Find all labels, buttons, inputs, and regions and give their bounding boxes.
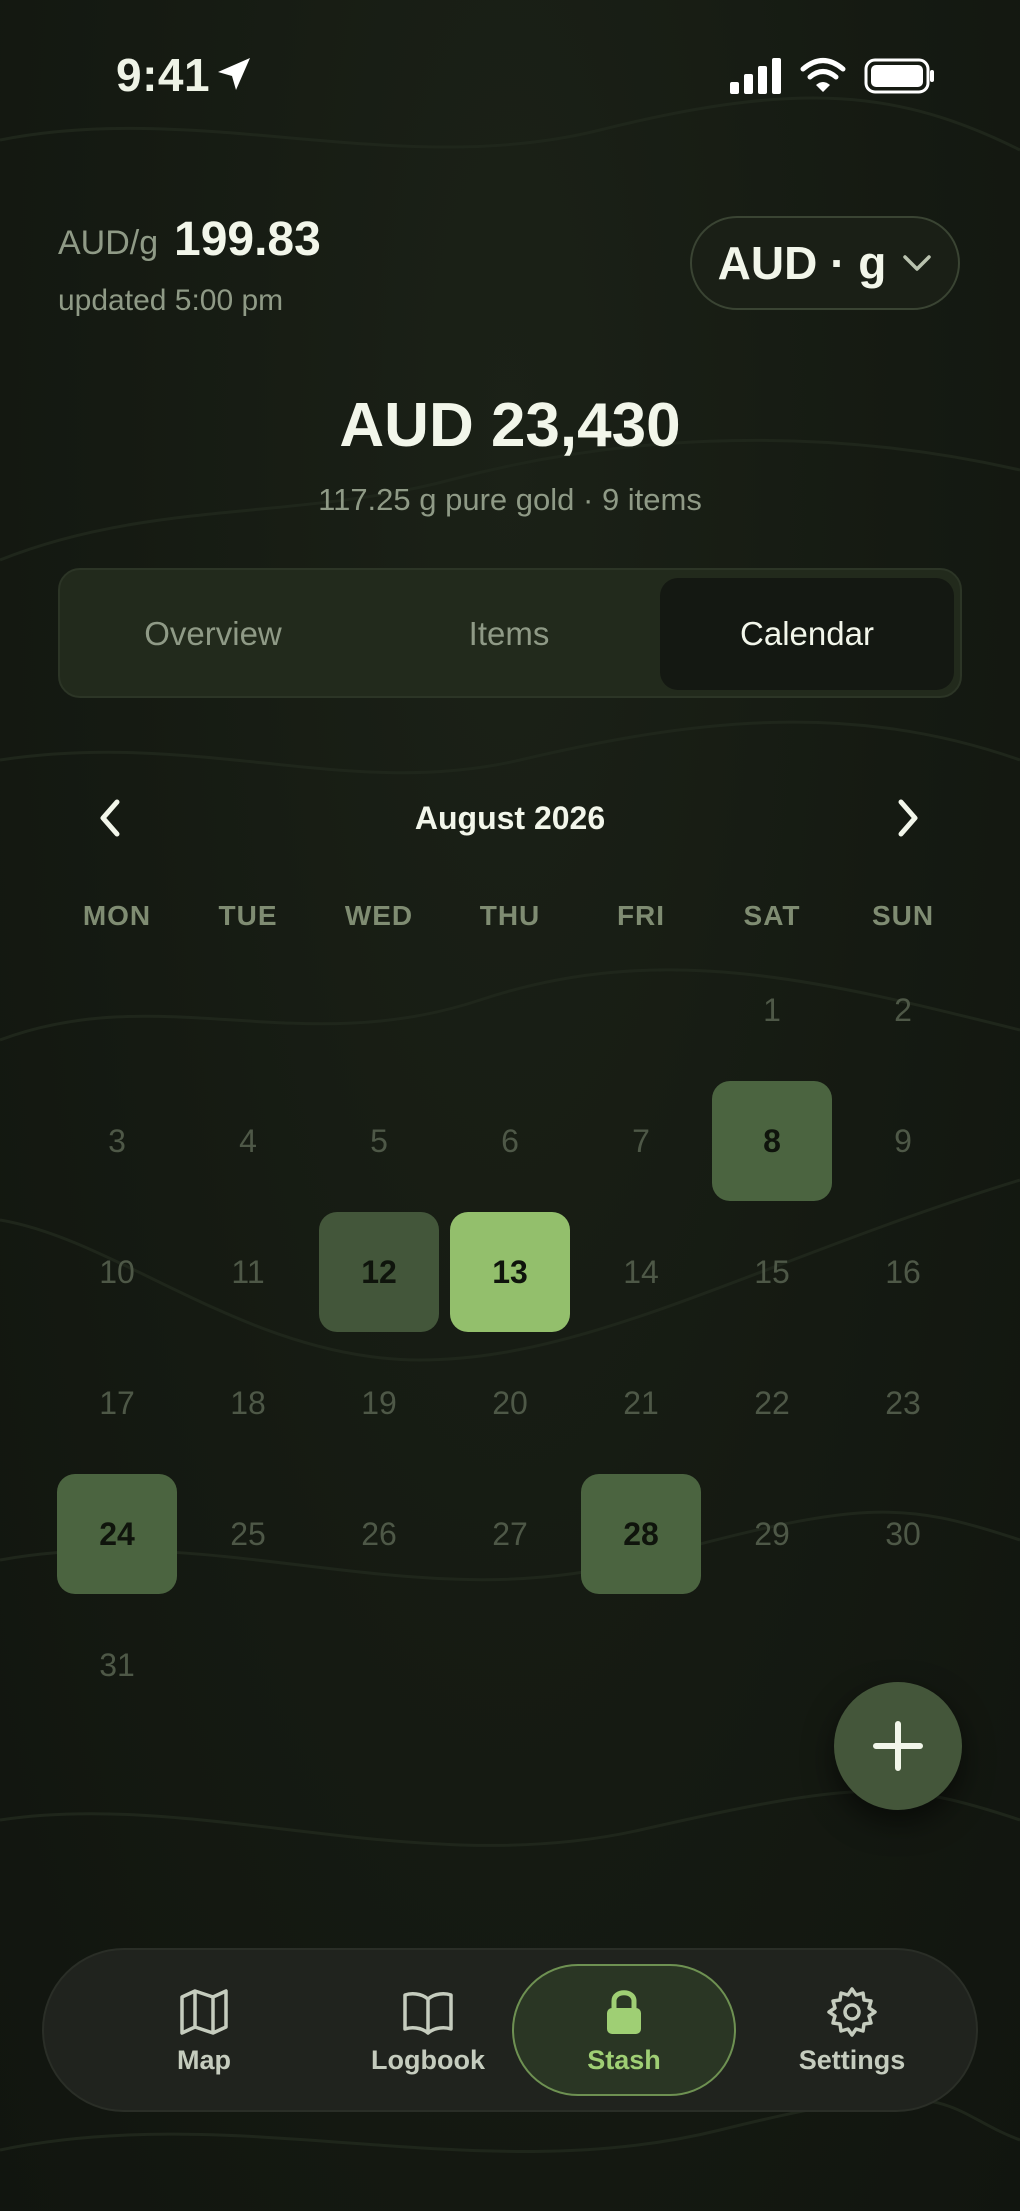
calendar-day[interactable]: 15 xyxy=(712,1212,832,1332)
nav-settings-label: Settings xyxy=(798,2044,906,2075)
chevron-right-icon xyxy=(898,799,918,837)
price-unit-label: AUD/g xyxy=(58,224,159,262)
nav-map-label: Map xyxy=(177,2044,231,2075)
cellular-signal-icon xyxy=(730,58,781,94)
unit-selector[interactable]: AUD · g xyxy=(690,216,960,310)
calendar-day[interactable]: 14 xyxy=(581,1212,701,1332)
calendar-day[interactable]: 31 xyxy=(57,1605,177,1725)
app-screen: 9:41 AUD/g 199.83 updated 5:00 pm AUD · … xyxy=(0,0,1020,2211)
tab-overview[interactable]: Overview xyxy=(68,578,358,690)
map-icon xyxy=(180,1988,228,2035)
calendar-day[interactable]: 5 xyxy=(319,1081,439,1201)
weekday-label: TUE xyxy=(218,900,278,931)
calendar-day[interactable]: 27 xyxy=(450,1474,570,1594)
calendar-day[interactable]: 3 xyxy=(57,1081,177,1201)
chevron-down-icon xyxy=(903,255,932,271)
price-updated-time: updated 5:00 pm xyxy=(58,284,284,317)
next-month-button[interactable] xyxy=(878,788,938,848)
plus-icon xyxy=(873,1721,923,1771)
weekday-label: FRI xyxy=(616,900,666,931)
calendar-day-with-items[interactable]: 24 xyxy=(57,1474,177,1594)
view-segmented-control: Overview Items Calendar xyxy=(58,568,962,698)
calendar-day[interactable]: 25 xyxy=(188,1474,308,1594)
calendar-day[interactable]: 2 xyxy=(843,950,963,1070)
bottom-navigation: Map Logbook Stash Settings xyxy=(42,1948,978,2112)
weekday-label: WED xyxy=(344,900,414,931)
weekday-label: THU xyxy=(479,900,541,931)
nav-stash-label: Stash xyxy=(587,2044,661,2075)
calendar-day[interactable]: 22 xyxy=(712,1343,832,1463)
calendar-day[interactable]: 16 xyxy=(843,1212,963,1332)
nav-logbook-label: Logbook xyxy=(371,2044,485,2075)
location-arrow-icon xyxy=(218,58,250,90)
calendar-day[interactable]: 11 xyxy=(188,1212,308,1332)
calendar-day[interactable]: 19 xyxy=(319,1343,439,1463)
calendar-day-with-items[interactable]: 28 xyxy=(581,1474,701,1594)
calendar-day[interactable]: 30 xyxy=(843,1474,963,1594)
stash-summary: 117.25 g pure gold · 9 items xyxy=(318,482,702,517)
calendar-day[interactable]: 9 xyxy=(843,1081,963,1201)
calendar-day[interactable]: 26 xyxy=(319,1474,439,1594)
tab-items[interactable]: Items xyxy=(364,578,654,690)
nav-logbook[interactable]: Logbook xyxy=(316,1964,540,2096)
weekday-label: MON xyxy=(82,900,152,931)
calendar-day[interactable]: 6 xyxy=(450,1081,570,1201)
calendar-day[interactable]: 18 xyxy=(188,1343,308,1463)
weekday-label: SAT xyxy=(743,900,801,931)
gear-icon xyxy=(827,1986,877,2037)
calendar-day-with-items[interactable]: 12 xyxy=(319,1212,439,1332)
calendar-day-with-items[interactable]: 8 xyxy=(712,1081,832,1201)
month-label: August 2026 xyxy=(414,800,606,836)
calendar-day[interactable]: 7 xyxy=(581,1081,701,1201)
calendar-day[interactable]: 20 xyxy=(450,1343,570,1463)
lock-icon xyxy=(607,1989,641,2034)
calendar-day-with-items[interactable]: 13 xyxy=(450,1212,570,1332)
unit-selector-label: AUD · g xyxy=(717,237,887,289)
nav-settings[interactable]: Settings xyxy=(740,1964,964,2096)
weekday-label: SUN xyxy=(871,900,935,931)
book-icon xyxy=(403,1991,453,2035)
battery-icon xyxy=(864,58,934,94)
gold-price: 199.83 xyxy=(174,213,321,266)
calendar-day[interactable]: 10 xyxy=(57,1212,177,1332)
calendar-day[interactable]: 4 xyxy=(188,1081,308,1201)
calendar-day[interactable]: 23 xyxy=(843,1343,963,1463)
calendar-day[interactable]: 21 xyxy=(581,1343,701,1463)
nav-map[interactable]: Map xyxy=(92,1964,316,2096)
nav-stash[interactable]: Stash xyxy=(512,1964,736,2096)
add-item-button[interactable] xyxy=(834,1682,962,1810)
calendar-day[interactable]: 17 xyxy=(57,1343,177,1463)
calendar-day[interactable]: 29 xyxy=(712,1474,832,1594)
calendar-day[interactable]: 1 xyxy=(712,950,832,1070)
tab-calendar[interactable]: Calendar xyxy=(660,578,954,690)
status-time: 9:41 xyxy=(116,49,211,101)
stash-total-value: AUD 23,430 xyxy=(339,391,681,460)
wifi-icon xyxy=(800,58,846,92)
